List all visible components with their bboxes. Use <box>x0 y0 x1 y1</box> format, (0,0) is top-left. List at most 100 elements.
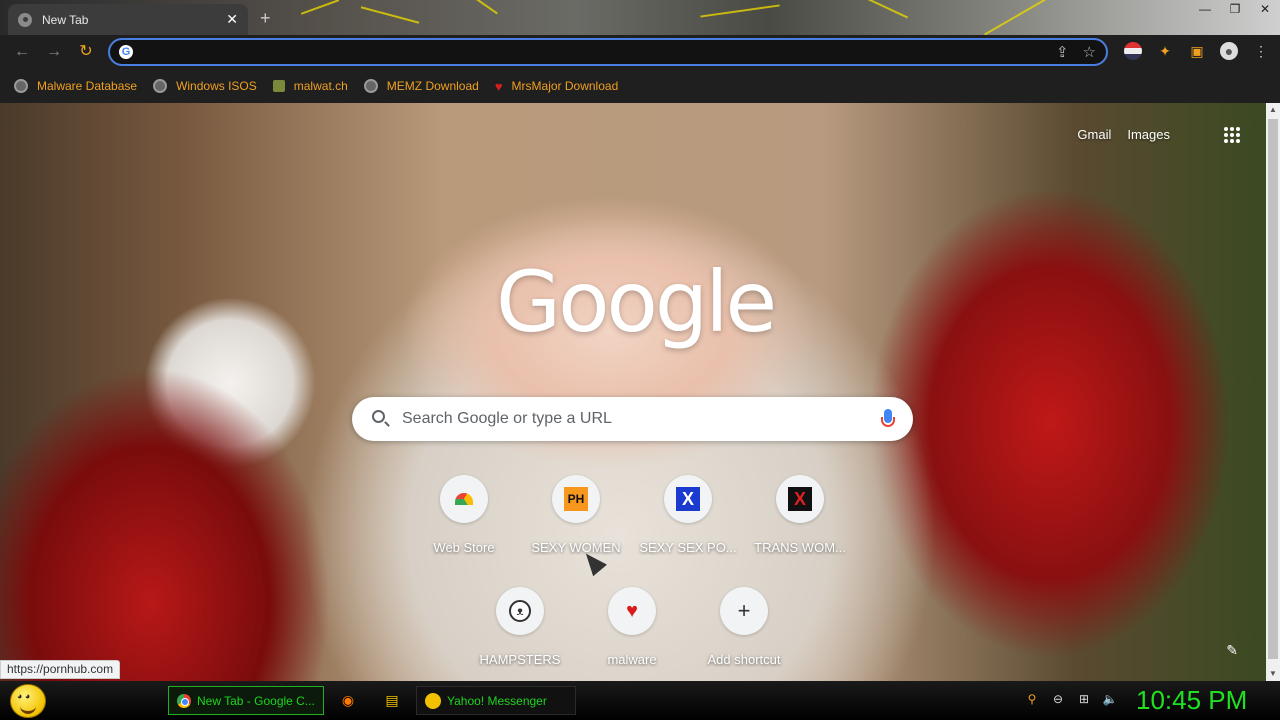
gmail-link[interactable]: Gmail <box>1077 127 1111 142</box>
shortcut-icon: ᴥ <box>496 587 544 635</box>
hamster-icon: ᴥ <box>509 600 531 622</box>
forward-arrow-icon[interactable]: → <box>44 42 64 62</box>
blue-x-icon: X <box>676 487 700 511</box>
shortcut-icon <box>440 475 488 523</box>
shortcut-sexy-sex-po[interactable]: X SEXY SEX PO... <box>632 475 744 575</box>
wallpaper-sparkle <box>300 0 340 15</box>
bookmarks-bar: Malware Database Windows ISOS malwat.ch … <box>0 69 1280 103</box>
firefox-icon[interactable]: ◉ <box>338 690 358 710</box>
shortcut-trans-wom[interactable]: X TRANS WOM... <box>744 475 856 575</box>
wallpaper-sparkle <box>984 0 1046 35</box>
bookmark-memz-download[interactable]: MEMZ Download <box>363 79 479 93</box>
shortcut-icon: X <box>664 475 712 523</box>
chrome-icon <box>177 693 191 708</box>
menu-kebab-icon[interactable]: ⋮ <box>1252 42 1270 60</box>
search-icon[interactable]: ⚲ <box>1024 691 1040 707</box>
search-box[interactable] <box>352 397 913 441</box>
scrollbar-thumb[interactable] <box>1268 119 1278 659</box>
wallpaper-sparkle <box>360 6 420 24</box>
bookmark-label: MrsMajor Download <box>511 79 619 93</box>
yahoo-smiley-icon <box>425 692 441 709</box>
taskbar-yahoo-messenger[interactable]: Yahoo! Messenger <box>416 686 576 715</box>
plus-icon: + <box>737 598 751 623</box>
top-links: Gmail Images <box>1077 127 1170 142</box>
tab-new-tab[interactable]: New Tab ✕ <box>8 4 248 35</box>
google-apps-icon[interactable] <box>1224 127 1240 143</box>
bookmark-mrsmajor-download[interactable]: ♥ MrsMajor Download <box>495 79 618 94</box>
restore-button[interactable]: ❐ <box>1220 0 1250 18</box>
title-bar: New Tab ✕ + — ❐ ✕ <box>0 0 1280 35</box>
shortcut-label: Web Store <box>433 540 495 555</box>
search-icon <box>372 410 385 423</box>
red-x-icon: X <box>788 487 812 511</box>
scroll-up-icon[interactable]: ▲ <box>1266 103 1280 117</box>
wallpaper-sparkle <box>700 4 780 18</box>
shortcut-web-store[interactable]: Web Store <box>408 475 520 575</box>
shortcut-malware[interactable]: ♥ malware <box>576 587 688 681</box>
scroll-down-icon[interactable]: ▼ <box>1266 667 1280 681</box>
window-controls: — ❐ ✕ <box>1190 0 1280 18</box>
account-avatar-icon[interactable]: ● <box>1220 42 1238 60</box>
reload-icon[interactable]: ↻ <box>76 42 96 62</box>
customize-pencil-icon[interactable]: ✎ <box>1226 642 1238 659</box>
bookmark-windows-isos[interactable]: Windows ISOS <box>153 79 257 93</box>
close-window-button[interactable]: ✕ <box>1250 0 1280 18</box>
link-status-bubble: https://pornhub.com <box>0 660 121 679</box>
heart-icon: ♥ <box>626 599 638 622</box>
microphone-icon[interactable] <box>881 409 895 427</box>
globe-icon <box>14 79 28 93</box>
taskbar-chrome-window[interactable]: New Tab - Google C... <box>168 686 324 715</box>
profile-flag-icon[interactable] <box>1124 42 1142 60</box>
bookmark-label: Malware Database <box>37 79 138 93</box>
shortcut-label: HAMPSTERS <box>479 652 561 667</box>
start-button-smiley-icon[interactable] <box>10 684 46 718</box>
shortcut-label: SEXY SEX PO... <box>639 540 737 555</box>
bookmark-label: MEMZ Download <box>386 79 479 93</box>
new-tab-page: Gmail Images Google Web Store PH SEXY WO… <box>0 103 1266 681</box>
taskbar-button-label: Yahoo! Messenger <box>447 693 547 708</box>
address-bar[interactable]: G ⇪ ☆ <box>108 38 1108 66</box>
shortcut-icon: ♥ <box>608 587 656 635</box>
shortcut-label: malware <box>607 652 657 667</box>
shortcut-hampsters[interactable]: ᴥ HAMPSTERS <box>464 587 576 681</box>
search-input[interactable] <box>402 397 862 441</box>
taskbar-clock[interactable]: 10:45 PM <box>1136 685 1247 716</box>
bookmark-label: malwat.ch <box>293 79 348 93</box>
globe-icon <box>153 79 168 93</box>
taskbar: New Tab - Google C... ◉ ▤ Yahoo! Messeng… <box>0 681 1280 720</box>
bookmark-malware-database[interactable]: Malware Database <box>14 79 137 93</box>
bookmark-malwatch[interactable]: malwat.ch <box>272 79 348 93</box>
network-icon[interactable]: ⊞ <box>1076 691 1092 707</box>
chrome-tab-icon <box>18 12 32 27</box>
wallpaper-sparkle <box>861 0 909 19</box>
volume-icon[interactable]: 🔈 <box>1102 691 1118 707</box>
shortcut-icon: PH <box>552 475 600 523</box>
toolbar-right: ✦ ▣ ● ⋮ <box>1124 42 1270 60</box>
folder-icon[interactable]: ▤ <box>382 690 402 710</box>
add-shortcut-button[interactable]: + Add shortcut <box>688 587 800 681</box>
shortcut-sexy-women[interactable]: PH SEXY WOMEN <box>520 475 632 575</box>
ph-icon: PH <box>564 487 588 511</box>
images-link[interactable]: Images <box>1127 127 1170 142</box>
chrome-web-store-icon <box>455 493 473 505</box>
shortcut-label: SEXY WOMEN <box>531 540 621 555</box>
minimize-button[interactable]: — <box>1190 0 1220 18</box>
shortcut-label: Add shortcut <box>707 652 781 667</box>
back-arrow-icon[interactable]: ← <box>12 42 32 62</box>
heart-icon: ♥ <box>494 78 503 94</box>
tab-title: New Tab <box>42 12 89 27</box>
shortcut-icon: X <box>776 475 824 523</box>
side-panel-icon[interactable]: ▣ <box>1188 42 1206 60</box>
close-icon[interactable]: ✕ <box>226 11 238 28</box>
google-g-icon: G <box>119 45 133 59</box>
status-icon[interactable]: ⊖ <box>1050 691 1066 707</box>
extensions-puzzle-icon[interactable]: ✦ <box>1156 42 1174 60</box>
page-scrollbar[interactable]: ▲ ▼ <box>1266 103 1280 681</box>
share-icon[interactable]: ⇪ <box>1056 43 1069 61</box>
shortcut-label: TRANS WOM... <box>754 540 846 555</box>
bookmark-star-icon[interactable]: ☆ <box>1083 43 1096 61</box>
globe-icon <box>363 79 378 93</box>
bookmark-label: Windows ISOS <box>176 79 257 93</box>
system-tray: ⚲ ⊖ ⊞ 🔈 <box>1024 691 1118 707</box>
new-tab-button[interactable]: + <box>260 8 271 29</box>
